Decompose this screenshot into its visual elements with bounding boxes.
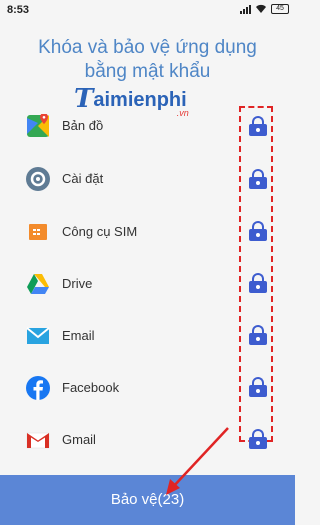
page-title: Khóa và bảo vệ ứng dụng bằng mật khẩu: [0, 36, 295, 84]
app-row-gmail[interactable]: Gmail: [0, 420, 235, 460]
lock-toggle-settings[interactable]: [249, 169, 267, 189]
app-label: Drive: [62, 276, 93, 291]
app-label: Công cụ SIM: [62, 224, 138, 239]
app-label: Facebook: [62, 380, 120, 395]
wifi-icon: [256, 4, 266, 14]
settings-icon: [26, 167, 50, 191]
lock-toggle-maps[interactable]: [249, 116, 267, 136]
lock-toggle-sim-toolkit[interactable]: [249, 221, 267, 241]
app-row-maps[interactable]: Bản đồ: [0, 106, 235, 146]
lock-toggle-drive[interactable]: [249, 273, 267, 293]
drive-icon: [27, 274, 49, 294]
lock-toggle-facebook[interactable]: [249, 377, 267, 397]
status-time: 8:53: [7, 4, 30, 16]
app-row-facebook[interactable]: Facebook: [0, 368, 235, 408]
facebook-icon: [26, 376, 50, 400]
protect-button[interactable]: Bảo vệ(23): [0, 475, 295, 525]
lock-toggle-email[interactable]: [249, 325, 267, 345]
app-label: Bản đồ: [62, 118, 104, 133]
battery-icon: 45: [271, 4, 289, 14]
maps-icon: [27, 114, 49, 137]
status-bar: 8:53 45: [0, 0, 295, 22]
app-label: Email: [62, 328, 95, 343]
app-row-drive[interactable]: Drive: [0, 264, 235, 304]
sim-toolkit-icon: [29, 224, 47, 240]
title-line-1: Khóa và bảo vệ ứng dụng: [38, 37, 257, 58]
gmail-icon: [26, 432, 50, 449]
email-icon: [26, 327, 50, 344]
lock-toggle-gmail[interactable]: [249, 429, 267, 449]
app-label: Cài đặt: [62, 171, 104, 186]
signal-icon: [240, 4, 251, 14]
app-row-email[interactable]: Email: [0, 316, 235, 356]
app-row-sim-toolkit[interactable]: Công cụ SIM: [0, 212, 235, 252]
app-row-settings[interactable]: Cài đặt: [0, 159, 235, 199]
title-line-2: bằng mật khẩu: [84, 61, 211, 82]
app-label: Gmail: [62, 432, 96, 447]
status-icons: 45: [240, 4, 289, 14]
